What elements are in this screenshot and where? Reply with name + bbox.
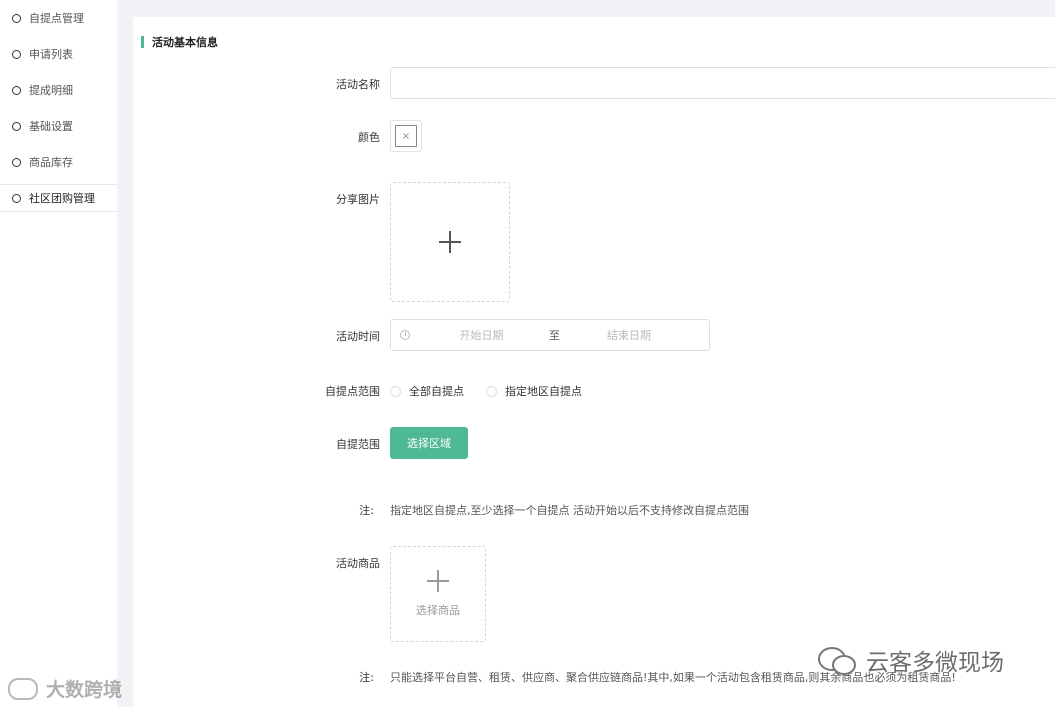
select-goods-label: 选择商品 <box>416 604 460 617</box>
section-title: 活动基本信息 <box>141 34 218 50</box>
close-icon: × <box>395 125 417 147</box>
watermark-left: 大数跨境 <box>8 675 122 702</box>
sidebar-item-label: 申请列表 <box>29 48 73 61</box>
sidebar-item-label: 商品库存 <box>29 156 73 169</box>
sidebar-item-label: 提成明细 <box>29 84 73 97</box>
sidebar-item-product-inventory[interactable]: 商品库存 <box>0 144 117 180</box>
sidebar-item-commission-details[interactable]: 提成明细 <box>0 72 117 108</box>
note-label: 注: <box>359 504 374 517</box>
accent-bar <box>141 36 144 48</box>
circle-icon <box>12 193 21 203</box>
watermark-left-text: 大数跨境 <box>46 679 123 701</box>
color-label: 颜色 <box>358 131 380 144</box>
radio-all-pickup-points[interactable]: 全部自提点 <box>390 383 464 399</box>
circle-icon <box>12 157 21 167</box>
section-title-text: 活动基本信息 <box>152 36 218 49</box>
note-text: 指定地区自提点,至少选择一个自提点 活动开始以后不支持修改自提点范围 <box>390 504 749 517</box>
circle-icon <box>12 121 21 131</box>
activity-name-input[interactable] <box>390 67 1055 99</box>
share-image-label: 分享图片 <box>336 193 380 206</box>
pickup-scope-radio-group: 全部自提点 指定地区自提点 <box>390 383 604 399</box>
circle-icon <box>12 85 21 95</box>
watermark-right-text: 云客多微现场 <box>866 650 1004 676</box>
plus-icon <box>439 231 461 253</box>
sidebar-item-label: 基础设置 <box>29 120 73 133</box>
circle-icon <box>12 13 21 23</box>
activity-name-label: 活动名称 <box>336 78 380 91</box>
plus-icon <box>427 570 449 592</box>
pickup-scope-label: 自提点范围 <box>325 385 380 398</box>
color-picker[interactable]: × <box>390 120 422 152</box>
main-panel: 活动基本信息 活动名称 颜色 × 分享图片 活动时间 开始日期 至 结束日期 自… <box>133 17 1055 707</box>
sidebar: 自提点管理 申请列表 提成明细 基础设置 商品库存 社区团购管理 <box>0 0 117 707</box>
radio-region-pickup-points[interactable]: 指定地区自提点 <box>486 383 582 399</box>
sidebar-item-label: 社区团购管理 <box>29 192 95 205</box>
radio-label: 指定地区自提点 <box>505 385 582 398</box>
share-image-upload[interactable] <box>390 182 510 302</box>
circle-icon <box>12 49 21 59</box>
sidebar-item-application-list[interactable]: 申请列表 <box>0 36 117 72</box>
pickup-range-label: 自提范围 <box>336 438 380 451</box>
radio-circle[interactable] <box>486 385 497 397</box>
radio-circle[interactable] <box>390 385 401 397</box>
activity-time-label: 活动时间 <box>336 330 380 343</box>
activity-goods-label: 活动商品 <box>336 557 380 570</box>
sidebar-item-basic-settings[interactable]: 基础设置 <box>0 108 117 144</box>
date-range-picker[interactable]: 开始日期 至 结束日期 <box>390 319 710 351</box>
watermark-right: 云客多微现场 <box>818 643 1004 677</box>
start-date-input[interactable]: 开始日期 <box>414 327 549 343</box>
watermark-logo-icon <box>8 677 38 700</box>
wechat-icon <box>818 645 856 675</box>
select-region-button[interactable]: 选择区域 <box>390 427 468 459</box>
select-goods-upload[interactable]: 选择商品 <box>390 546 486 642</box>
note-label: 注: <box>359 671 374 684</box>
sidebar-item-pickup-management[interactable]: 自提点管理 <box>0 0 117 36</box>
end-date-input[interactable]: 结束日期 <box>549 327 709 343</box>
radio-label: 全部自提点 <box>409 385 464 398</box>
sidebar-item-label: 自提点管理 <box>29 12 84 25</box>
clock-icon <box>400 330 410 340</box>
sidebar-item-group-buying[interactable]: 社区团购管理 <box>0 184 117 212</box>
